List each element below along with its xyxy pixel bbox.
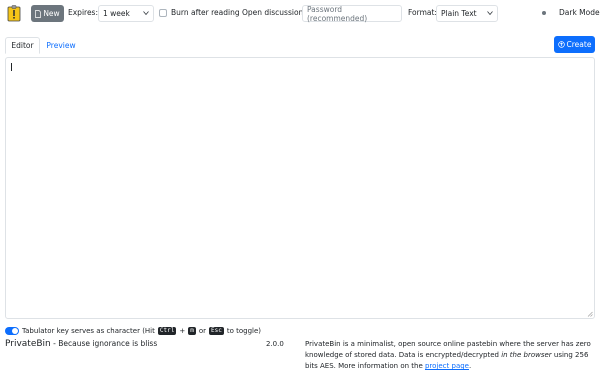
file-icon <box>35 9 42 18</box>
brand-name: PrivateBin <box>5 339 51 349</box>
expires-value: 1 week <box>103 9 130 18</box>
new-button[interactable]: New <box>31 5 64 22</box>
new-button-label: New <box>43 9 60 18</box>
expires-select[interactable]: 1 week <box>98 5 154 22</box>
theme-dot-icon <box>542 11 546 15</box>
burn-after-reading-option[interactable]: Burn after reading <box>159 8 240 17</box>
tab-key-toggle: Tabulator key serves as character (Hit C… <box>5 327 261 335</box>
top-navbar: New Expires: 1 week Burn after reading O… <box>0 0 600 27</box>
kbd-plus: + <box>179 327 186 335</box>
password-placeholder: Password (recommended) <box>307 4 368 23</box>
chevron-down-icon <box>143 11 149 16</box>
footer-brand: PrivateBin - Because ignorance is bliss <box>5 339 157 349</box>
kbd-ctrl: Ctrl <box>157 327 177 335</box>
burn-after-reading-checkbox[interactable] <box>159 8 167 17</box>
brand-tagline: - Because ignorance is bliss <box>50 339 158 348</box>
privatebin-logo-icon[interactable] <box>5 4 23 22</box>
editor-tabs: Editor Preview <box>5 37 595 54</box>
about-text-end: . <box>469 362 472 370</box>
create-button-label: Create <box>566 40 592 49</box>
format-value: Plain Text <box>441 9 477 18</box>
tab-editor[interactable]: Editor <box>5 37 40 54</box>
open-discussion-label[interactable]: Open discussion <box>242 8 303 17</box>
create-button[interactable]: Create <box>554 36 595 53</box>
format-select[interactable]: Plain Text <box>436 5 498 22</box>
project-page-link[interactable]: project page <box>425 362 469 370</box>
password-input[interactable]: Password (recommended) <box>302 4 402 23</box>
tab-key-text-1: Tabulator key serves as character (Hit <box>22 327 155 335</box>
version-label: 2.0.0 <box>266 340 284 348</box>
format-label: Format: <box>408 8 437 17</box>
resize-handle-icon[interactable] <box>587 311 593 317</box>
burn-after-reading-label: Burn after reading <box>171 8 240 17</box>
text-caret <box>11 63 12 71</box>
tab-key-switch[interactable] <box>5 327 19 335</box>
kbd-esc: Esc <box>209 327 224 335</box>
about-text-italic: in the browser <box>501 351 552 359</box>
expires-label: Expires: <box>68 8 98 17</box>
tab-key-text-2: to toggle) <box>226 327 261 335</box>
paste-textarea[interactable] <box>5 57 595 319</box>
or-text: or <box>198 327 206 335</box>
chevron-down-icon <box>487 11 493 16</box>
about-text: PrivateBin is a minimalist, open source … <box>305 339 595 372</box>
tab-preview[interactable]: Preview <box>45 37 77 54</box>
dark-mode-toggle[interactable]: Dark Mode <box>559 8 600 17</box>
kbd-m: m <box>188 327 196 335</box>
upload-circle-icon <box>557 41 565 48</box>
